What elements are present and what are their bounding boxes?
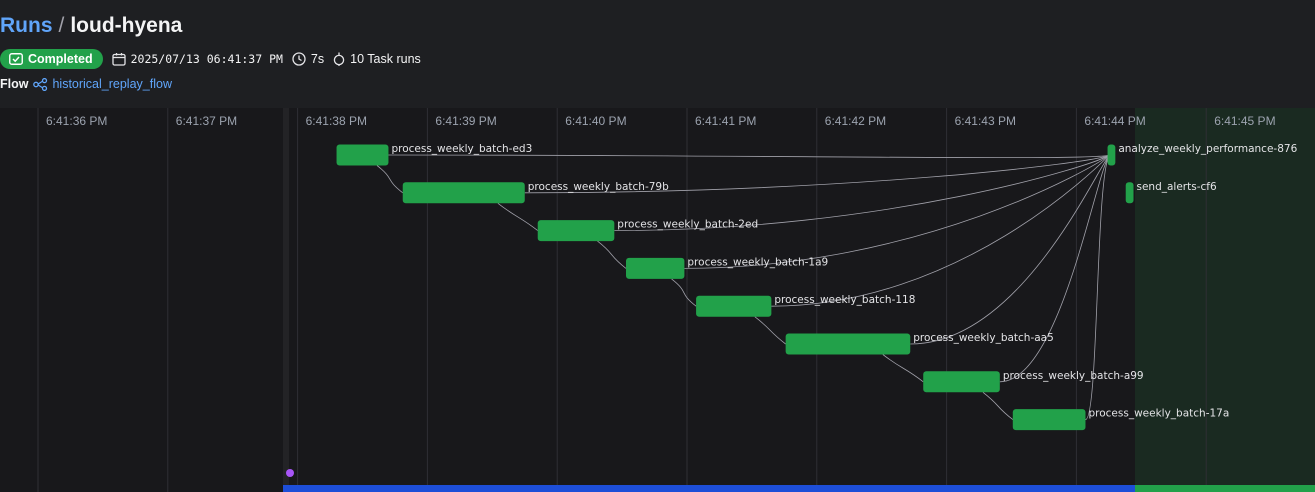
task-run-bar[interactable] — [923, 371, 1000, 393]
flow-row: Flow historical_replay_flow — [0, 77, 172, 91]
task-run-label: process_weekly_batch-118 — [774, 294, 915, 306]
task-run-bar[interactable] — [625, 257, 685, 279]
time-tick-label: 6:41:44 PM — [1084, 114, 1145, 128]
start-time: 2025/07/13 06:41:37 PM — [111, 52, 283, 66]
breadcrumb-runs-link[interactable]: Runs — [0, 14, 53, 37]
flow-label: Flow — [0, 77, 29, 91]
run-meta-row: Completed 2025/07/13 06:41:37 PM 7s 10 T… — [0, 49, 421, 69]
flow-start-marker — [286, 469, 294, 477]
task-run-bar[interactable] — [1125, 182, 1134, 204]
timeline-future-region — [1135, 108, 1315, 492]
task-run-bar[interactable] — [537, 220, 615, 242]
flow-name[interactable]: historical_replay_flow — [52, 77, 172, 91]
timeline-progress-elapsed — [283, 485, 1135, 492]
task-run-bar[interactable] — [1012, 409, 1086, 431]
status-label: Completed — [28, 52, 93, 66]
run-header: Runs / loud-hyena Completed 2025/07/13 06:… — [0, 0, 1315, 108]
flow-icon — [33, 77, 48, 91]
time-tick-label: 6:41:45 PM — [1214, 114, 1275, 128]
time-tick-label: 6:41:42 PM — [825, 114, 886, 128]
task-run-bar[interactable] — [336, 144, 389, 166]
page-title: loud-hyena — [70, 14, 183, 37]
duration-value: 7s — [310, 52, 325, 66]
check-square-icon — [9, 53, 23, 65]
task-run-label: process_weekly_batch-2ed — [617, 219, 758, 231]
time-tick-label: 6:41:36 PM — [46, 114, 107, 128]
timeline-graph[interactable]: 6:41:36 PM 6:41:37 PM 6:41:38 PM 6:41:39 PM… — [0, 108, 1315, 492]
time-tick-label: 6:41:43 PM — [955, 114, 1016, 128]
time-tick-label: 6:41:41 PM — [695, 114, 756, 128]
start-time-value: 2025/07/13 06:41:37 PM — [130, 52, 283, 66]
task-run-label: process_weekly_batch-a99 — [1003, 370, 1144, 382]
breadcrumb: Runs / loud-hyena — [0, 14, 182, 38]
time-tick-label: 6:41:37 PM — [176, 114, 237, 128]
calendar-icon — [111, 53, 126, 66]
task-runs-count: 10 Task runs — [333, 52, 421, 66]
task-run-label: process_weekly_batch-ed3 — [391, 143, 532, 155]
task-run-label: send_alerts-cf6 — [1137, 181, 1217, 193]
task-run-label: analyze_weekly_performance-876 — [1118, 143, 1297, 155]
task-runs-value: 10 Task runs — [350, 52, 421, 66]
clock-icon — [292, 52, 306, 66]
task-run-label: process_weekly_batch-1a9 — [687, 256, 828, 268]
task-run-label: process_weekly_batch-79b — [528, 181, 669, 193]
timeline-background — [0, 108, 1315, 492]
timeline-start-band — [283, 108, 289, 492]
time-tick-label: 6:41:39 PM — [435, 114, 496, 128]
flow-link[interactable]: historical_replay_flow — [33, 77, 172, 91]
status-badge: Completed — [0, 49, 103, 69]
task-run-bar[interactable] — [1107, 144, 1116, 166]
breadcrumb-separator: / — [58, 14, 65, 37]
task-runs-icon — [333, 52, 345, 66]
time-tick-label: 6:41:40 PM — [565, 114, 626, 128]
task-run-bar[interactable] — [402, 182, 525, 204]
task-run-bar[interactable] — [696, 295, 772, 317]
timeline-progress-complete — [1135, 485, 1315, 492]
task-run-bar[interactable] — [785, 333, 911, 355]
time-tick-label: 6:41:38 PM — [306, 114, 367, 128]
task-run-label: process_weekly_batch-aa5 — [913, 332, 1054, 344]
task-run-label: process_weekly_batch-17a — [1088, 408, 1229, 420]
duration: 7s — [292, 52, 324, 66]
